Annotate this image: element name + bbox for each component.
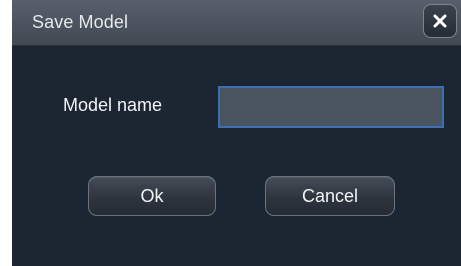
cancel-button[interactable]: Cancel xyxy=(265,176,395,216)
save-model-dialog: Save Model Model name Ok Cancel xyxy=(12,0,461,266)
dialog-titlebar[interactable]: Save Model xyxy=(12,0,461,46)
close-button[interactable] xyxy=(423,4,457,38)
ok-button[interactable]: Ok xyxy=(88,176,216,216)
model-name-input[interactable] xyxy=(218,86,444,128)
dialog-title: Save Model xyxy=(32,12,129,32)
model-name-label: Model name xyxy=(63,95,163,115)
dialog-body: Model name Ok Cancel xyxy=(12,46,461,266)
close-icon xyxy=(433,14,447,28)
